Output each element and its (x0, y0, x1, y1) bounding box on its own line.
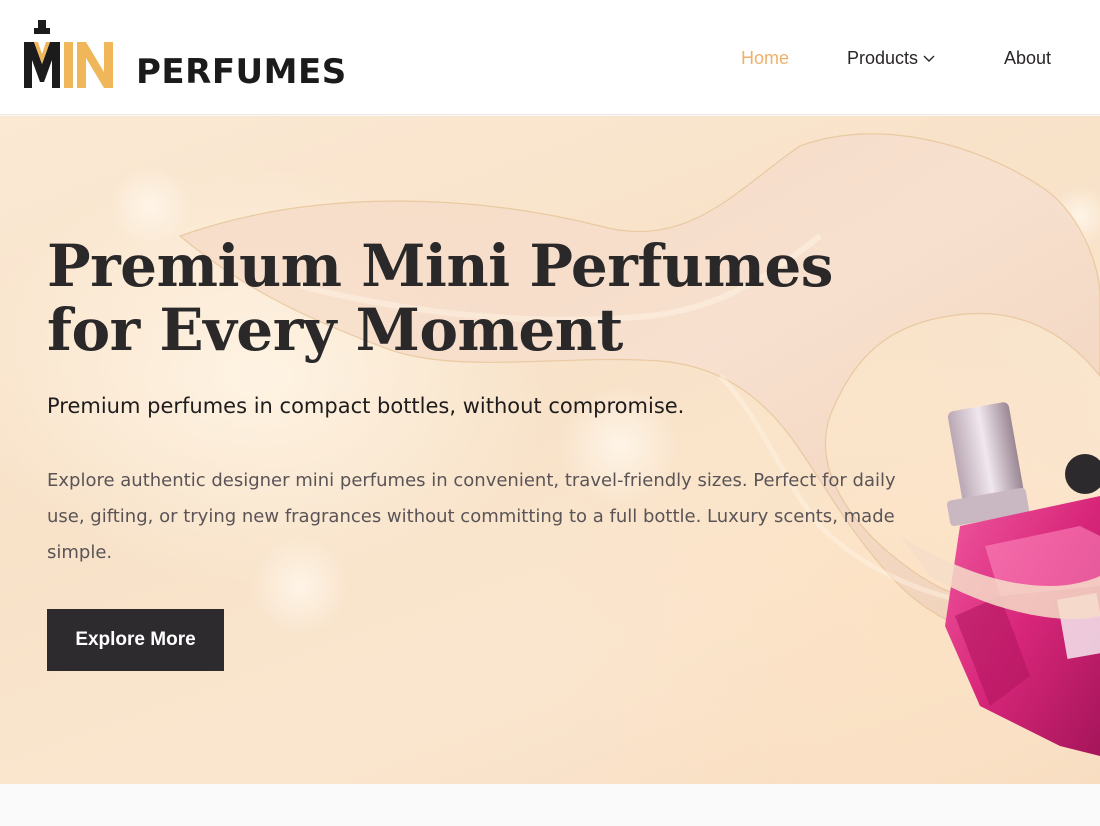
explore-more-button[interactable]: Explore More (47, 609, 224, 671)
hero-subtitle: Premium perfumes in compact bottles, wit… (47, 394, 685, 418)
chevron-down-icon (923, 55, 935, 62)
brand-name: PERFUMES (136, 52, 347, 92)
nav-products-label: Products (847, 48, 919, 68)
hero-description: Explore authentic designer mini perfumes… (47, 470, 896, 563)
page-below-hero (0, 784, 1100, 826)
site-header: PERFUMES Home Products About (0, 0, 1100, 115)
nav-home[interactable]: Home (741, 47, 789, 69)
hero-section: Premium Mini Perfumes for Every Moment P… (0, 116, 1100, 784)
nav-about[interactable]: About (1004, 47, 1051, 69)
hero-title: Premium Mini Perfumes for Every Moment (47, 234, 867, 362)
hero-title-line-2: for Every Moment (47, 296, 623, 364)
nav-products[interactable]: Products (847, 47, 936, 69)
brand-logo[interactable]: PERFUMES (24, 20, 347, 92)
hero-title-line-1: Premium Mini Perfumes (47, 232, 833, 300)
logo-mark-icon (24, 20, 113, 88)
hero-background-illustration (110, 133, 1100, 756)
